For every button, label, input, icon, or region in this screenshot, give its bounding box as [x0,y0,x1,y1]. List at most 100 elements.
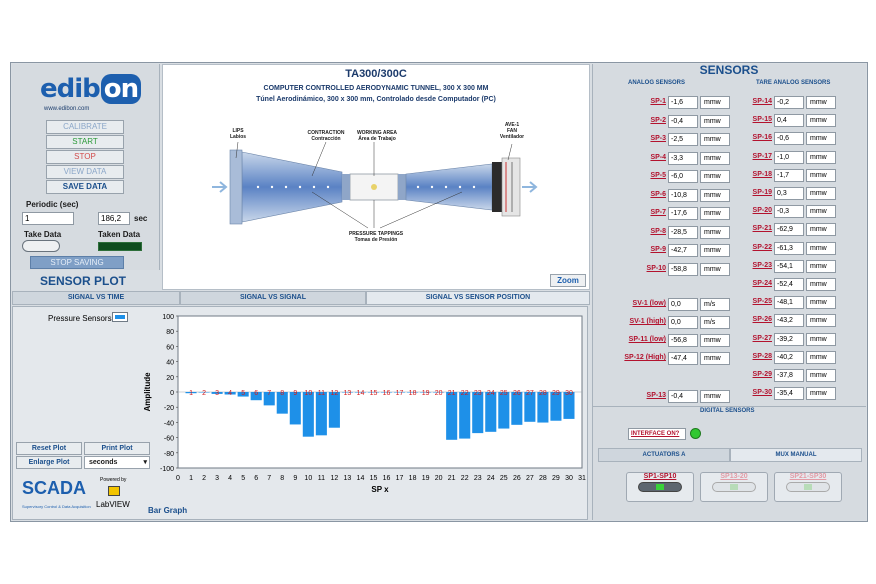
x-tick-label: 17 [396,475,404,482]
x-tick-label: 4 [228,475,232,482]
sensor-value: -62,9 [774,223,804,237]
elapsed-unit: sec [134,214,148,223]
bar-category-label: 24 [487,390,495,397]
bar-category-label: 11 [318,390,325,397]
sensor-unit: mmw [806,168,836,182]
sensor-unit: mmw [806,150,836,164]
sp21-sp30-button[interactable]: SP21-SP30 [774,472,842,502]
sensor-value: -3,3 [668,151,698,165]
bar-category-label: 14 [357,390,365,397]
legend-swatch[interactable] [112,312,128,322]
sensor-value: -37,8 [774,369,804,382]
bar-category-label: 3 [215,390,219,397]
x-tick-label: 16 [383,475,391,482]
x-tick-label: 21 [448,475,456,482]
bar-category-label: 23 [474,390,482,397]
tab-signal-vs-time[interactable]: SIGNAL VS TIME [12,291,180,305]
calibrate-button[interactable]: CALIBRATE [46,120,124,134]
x-tick-label: 29 [552,475,560,482]
zoom-button[interactable]: Zoom [550,274,586,287]
bar-category-label: 9 [293,390,297,397]
tare-analog-header: TARE ANALOG SENSORS [756,80,831,86]
sensor-label: SP-22 [752,243,772,251]
x-tick-label: 25 [500,475,508,482]
tab-signal-vs-sensor-position[interactable]: SIGNAL VS SENSOR POSITION [366,291,590,305]
x-tick-label: 7 [267,475,271,482]
reset-plot-button[interactable]: Reset Plot [16,442,82,455]
sensor-unit: mmw [806,296,836,310]
x-tick-label: 12 [330,475,338,482]
enlarge-plot-button[interactable]: Enlarge Plot [16,456,82,469]
bar [498,392,510,429]
sensor-label: SP-4 [650,153,666,161]
print-plot-button[interactable]: Print Plot [84,442,150,455]
start-button[interactable]: START [46,135,124,149]
y-axis-label: Amplitude [143,372,152,412]
x-tick-label: 13 [344,475,352,482]
x-tick-label: 8 [280,475,284,482]
sp1-sp10-button[interactable]: SP1-SP10 [626,472,694,502]
sensor-value: -58,8 [668,262,698,276]
sensor-value: -6,0 [668,170,698,183]
scada-subtitle: Supervisory Control & Data Acquisition [22,504,91,509]
x-tick-label: 2 [202,475,206,482]
y-tick-label: -100 [160,466,174,473]
sensor-label: SP-30 [752,389,772,397]
view-data-button[interactable]: VIEW DATA [46,165,124,179]
sensor-unit: m/s [700,316,730,329]
sensor-unit: mmw [700,244,730,257]
sensor-unit: mmw [806,350,836,364]
bar [446,392,458,440]
sp21-sp30-toggle-icon [786,482,830,492]
sensor-label: SP-5 [650,172,666,179]
sensor-label: SP-8 [650,227,666,235]
tab-signal-vs-signal[interactable]: SIGNAL VS SIGNAL [180,291,366,305]
save-data-button[interactable]: SAVE DATA [46,180,124,194]
x-tick-label: 1 [189,475,193,482]
y-tick-label: 100 [162,314,174,321]
sensor-value: -0,4 [668,390,698,403]
bar-category-label: 29 [552,390,560,397]
sensor-label: SV-1 (low) [632,300,666,307]
sensor-value: -40,2 [774,350,804,364]
sensor-label: SP-23 [752,261,772,269]
sp13-20-button[interactable]: SP13-20 [700,472,768,502]
sensor-label: SP-18 [752,170,772,178]
sensor-unit: mmw [806,114,836,128]
stop-button[interactable]: STOP [46,150,124,164]
labview-icon [108,486,120,496]
bar-category-label: 22 [461,390,469,397]
x-tick-label: 9 [293,475,297,482]
sensor-label: SP-27 [752,334,772,342]
bar-category-label: 4 [228,390,232,397]
legend-label: Pressure Sensors [48,314,112,323]
lips-label: LIPS Labios [229,128,247,140]
time-unit-select[interactable]: seconds ▾ [84,456,150,469]
sensor-value: -42,7 [668,244,698,257]
sensor-label: SP-28 [752,352,772,360]
tab-actuators[interactable]: ACTUATORS A [598,448,730,462]
sensor-value: -47,4 [668,352,698,365]
fan-label: AVE-1 FAN Ventilador [499,122,525,140]
periodic-input[interactable]: 1 [22,212,74,225]
sensor-label: SP-25 [752,298,772,306]
sensor-value: -1,6 [668,96,698,109]
bar-category-label: 20 [435,390,443,397]
sensor-unit: mmw [806,369,836,382]
sensor-unit: mmw [700,96,730,109]
sensor-value: -39,2 [774,332,804,346]
sensor-label: SP-15 [752,116,772,124]
sensor-label: SP-7 [650,209,666,216]
sensor-unit: mmw [700,170,730,183]
bar-category-label: 10 [304,390,312,397]
tab-mux-manual[interactable]: MUX MANUAL [730,448,862,462]
bar [315,392,327,436]
y-tick-label: 0 [170,390,174,397]
stop-saving-button[interactable]: STOP SAVING [30,256,124,269]
sensors-title: SENSORS [699,63,759,77]
bar-category-label: 18 [409,390,417,397]
take-data-toggle[interactable] [22,240,60,252]
x-tick-label: 3 [215,475,219,482]
interface-label: INTERFACE ON? [628,428,686,440]
interface-led [690,428,701,439]
